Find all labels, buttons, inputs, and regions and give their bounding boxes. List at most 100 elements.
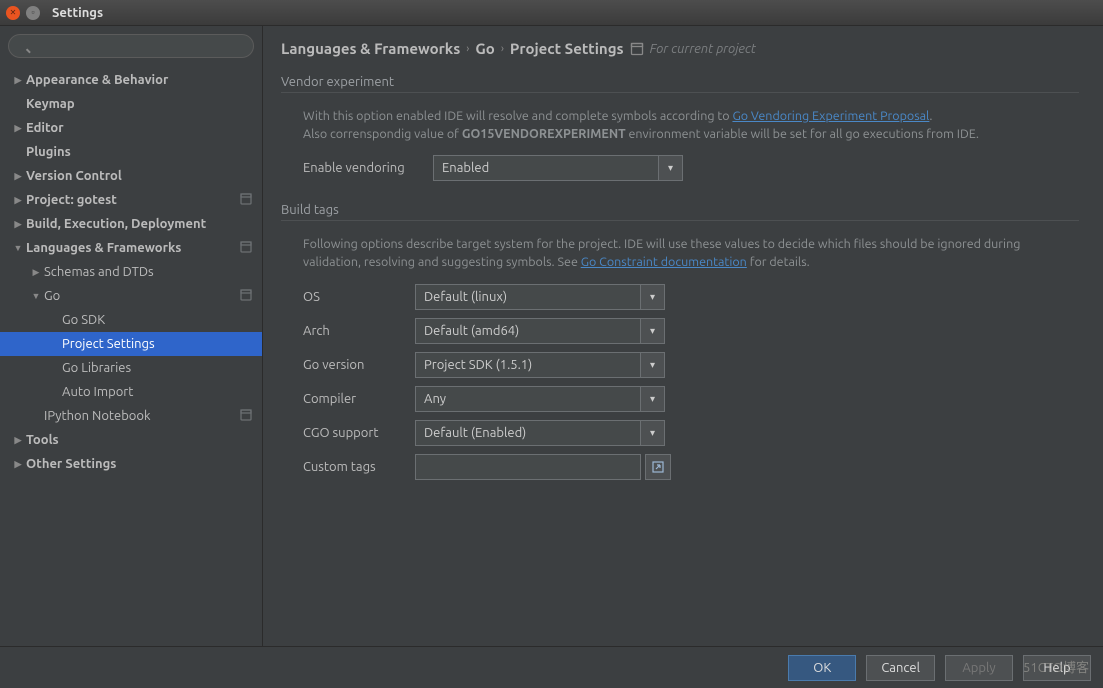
tree-item-tools[interactable]: ▶Tools bbox=[0, 428, 262, 452]
go-constraint-doc-link[interactable]: Go Constraint documentation bbox=[581, 255, 747, 269]
arch-value: Default (amd64) bbox=[416, 319, 640, 343]
chevron-down-icon[interactable] bbox=[640, 319, 664, 343]
tree-item-label: Version Control bbox=[26, 169, 122, 183]
build-desc-text: for details. bbox=[747, 255, 810, 269]
go-version-label: Go version bbox=[303, 358, 415, 372]
chevron-down-icon[interactable] bbox=[640, 285, 664, 309]
apply-button[interactable]: Apply bbox=[945, 655, 1013, 681]
titlebar: Settings bbox=[0, 0, 1103, 26]
go-version-value: Project SDK (1.5.1) bbox=[416, 353, 640, 377]
vendor-desc-text: . bbox=[929, 109, 932, 123]
settings-tree: ▶Appearance & BehaviorKeymap▶EditorPlugi… bbox=[0, 66, 262, 646]
breadcrumb-b[interactable]: Go bbox=[475, 40, 494, 57]
tree-item-auto-import[interactable]: Auto Import bbox=[0, 380, 262, 404]
tree-item-label: Go SDK bbox=[62, 313, 105, 327]
project-scope-icon bbox=[240, 409, 254, 423]
breadcrumb: Languages & Frameworks › Go › Project Se… bbox=[281, 40, 1085, 57]
ok-button[interactable]: OK bbox=[788, 655, 856, 681]
project-scope-icon bbox=[630, 42, 644, 56]
enable-vendoring-combo[interactable]: Enabled bbox=[433, 155, 683, 181]
tree-item-label: IPython Notebook bbox=[44, 409, 151, 423]
tree-caret-icon[interactable]: ▼ bbox=[12, 243, 24, 253]
vendor-desc-text: Also correnspondig value of bbox=[303, 127, 462, 141]
tree-item-schemas-and-dtds[interactable]: ▶Schemas and DTDs bbox=[0, 260, 262, 284]
tree-item-version-control[interactable]: ▶Version Control bbox=[0, 164, 262, 188]
compiler-value: Any bbox=[416, 387, 640, 411]
settings-search-input[interactable] bbox=[8, 34, 254, 58]
tree-caret-icon[interactable]: ▼ bbox=[30, 291, 42, 301]
tree-item-label: Appearance & Behavior bbox=[26, 73, 168, 87]
help-button[interactable]: Help bbox=[1023, 655, 1091, 681]
breadcrumb-scope-hint: For current project bbox=[650, 42, 756, 56]
enable-vendoring-value: Enabled bbox=[434, 156, 658, 180]
section-build-desc: Following options describe target system… bbox=[281, 227, 1079, 279]
tree-item-label: Project Settings bbox=[62, 337, 155, 351]
compiler-combo[interactable]: Any bbox=[415, 386, 665, 412]
tree-caret-icon[interactable]: ▶ bbox=[12, 171, 24, 182]
tree-item-label: Other Settings bbox=[26, 457, 116, 471]
chevron-down-icon[interactable] bbox=[640, 387, 664, 411]
tree-item-plugins[interactable]: Plugins bbox=[0, 140, 262, 164]
tree-item-build-execution-deployment[interactable]: ▶Build, Execution, Deployment bbox=[0, 212, 262, 236]
project-scope-icon bbox=[240, 241, 254, 255]
section-vendor-header: Vendor experiment bbox=[281, 75, 1079, 93]
vendor-desc-text: environment variable will be set for all… bbox=[626, 127, 979, 141]
project-scope-icon bbox=[240, 193, 254, 207]
expand-field-button[interactable] bbox=[645, 454, 671, 480]
cgo-label: CGO support bbox=[303, 426, 415, 440]
chevron-down-icon[interactable] bbox=[658, 156, 682, 180]
tree-item-go-sdk[interactable]: Go SDK bbox=[0, 308, 262, 332]
chevron-down-icon[interactable] bbox=[640, 353, 664, 377]
chevron-down-icon[interactable] bbox=[640, 421, 664, 445]
breadcrumb-a[interactable]: Languages & Frameworks bbox=[281, 40, 460, 57]
tree-item-other-settings[interactable]: ▶Other Settings bbox=[0, 452, 262, 476]
tree-item-label: Editor bbox=[26, 121, 64, 135]
tree-item-appearance-behavior[interactable]: ▶Appearance & Behavior bbox=[0, 68, 262, 92]
breadcrumb-sep: › bbox=[501, 43, 504, 55]
tree-item-project-gotest[interactable]: ▶Project: gotest bbox=[0, 188, 262, 212]
tree-caret-icon[interactable]: ▶ bbox=[12, 219, 24, 230]
breadcrumb-c: Project Settings bbox=[510, 40, 624, 57]
tree-caret-icon[interactable]: ▶ bbox=[12, 435, 24, 446]
enable-vendoring-label: Enable vendoring bbox=[303, 161, 433, 175]
tree-caret-icon[interactable]: ▶ bbox=[12, 195, 24, 206]
tree-item-go-libraries[interactable]: Go Libraries bbox=[0, 356, 262, 380]
go-version-combo[interactable]: Project SDK (1.5.1) bbox=[415, 352, 665, 378]
window-close-button[interactable] bbox=[6, 6, 20, 20]
tree-item-label: Go Libraries bbox=[62, 361, 131, 375]
window-minimize-button[interactable] bbox=[26, 6, 40, 20]
custom-tags-input[interactable] bbox=[415, 454, 641, 480]
tree-item-label: Auto Import bbox=[62, 385, 133, 399]
cgo-combo[interactable]: Default (Enabled) bbox=[415, 420, 665, 446]
tree-item-label: Go bbox=[44, 289, 60, 303]
vendor-desc-text: With this option enabled IDE will resolv… bbox=[303, 109, 732, 123]
custom-tags-label: Custom tags bbox=[303, 460, 415, 474]
tree-caret-icon[interactable]: ▶ bbox=[30, 267, 42, 278]
tree-caret-icon[interactable]: ▶ bbox=[12, 459, 24, 470]
os-combo[interactable]: Default (linux) bbox=[415, 284, 665, 310]
project-scope-icon bbox=[240, 289, 254, 303]
tree-caret-icon[interactable]: ▶ bbox=[12, 75, 24, 86]
arch-combo[interactable]: Default (amd64) bbox=[415, 318, 665, 344]
tree-item-label: Schemas and DTDs bbox=[44, 265, 154, 279]
tree-item-ipython-notebook[interactable]: IPython Notebook bbox=[0, 404, 262, 428]
vendor-proposal-link[interactable]: Go Vendoring Experiment Proposal bbox=[732, 109, 929, 123]
settings-main-panel: Languages & Frameworks › Go › Project Se… bbox=[263, 26, 1103, 646]
vendor-env-var: GO15VENDOREXPERIMENT bbox=[462, 127, 626, 141]
tree-item-project-settings[interactable]: Project Settings bbox=[0, 332, 262, 356]
window-title: Settings bbox=[52, 6, 103, 20]
cancel-button[interactable]: Cancel bbox=[866, 655, 935, 681]
arch-label: Arch bbox=[303, 324, 415, 338]
cgo-value: Default (Enabled) bbox=[416, 421, 640, 445]
section-vendor-desc: With this option enabled IDE will resolv… bbox=[281, 99, 1079, 151]
dialog-footer: OK Cancel Apply Help bbox=[0, 646, 1103, 688]
tree-item-go[interactable]: ▼Go bbox=[0, 284, 262, 308]
tree-item-label: Keymap bbox=[26, 97, 75, 111]
os-value: Default (linux) bbox=[416, 285, 640, 309]
tree-item-editor[interactable]: ▶Editor bbox=[0, 116, 262, 140]
tree-caret-icon[interactable]: ▶ bbox=[12, 123, 24, 134]
tree-item-keymap[interactable]: Keymap bbox=[0, 92, 262, 116]
tree-item-languages-frameworks[interactable]: ▼Languages & Frameworks bbox=[0, 236, 262, 260]
tree-item-label: Tools bbox=[26, 433, 59, 447]
settings-sidebar: ▶Appearance & BehaviorKeymap▶EditorPlugi… bbox=[0, 26, 263, 646]
